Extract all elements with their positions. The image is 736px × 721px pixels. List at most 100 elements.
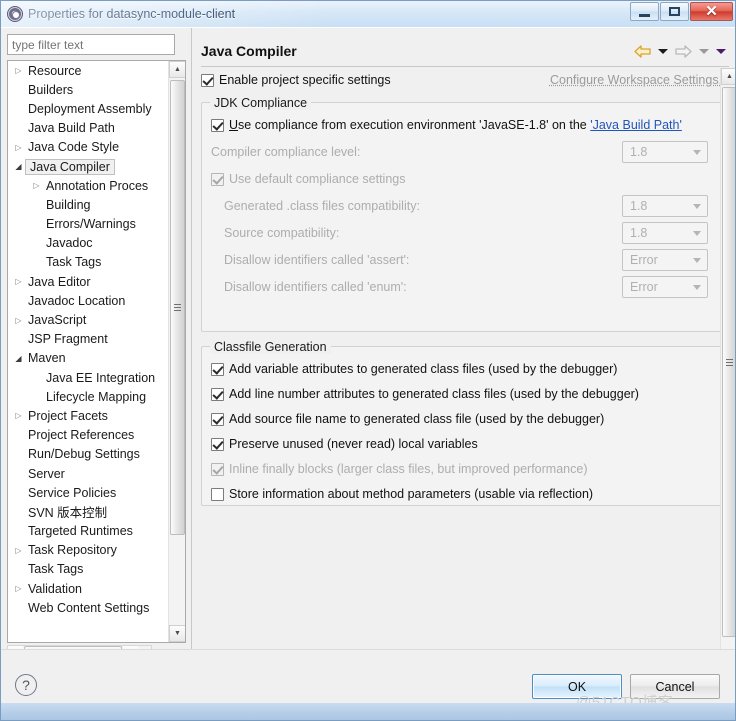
tree-item[interactable]: ▷ Task Repository: [8, 541, 170, 560]
minimize-button[interactable]: [630, 2, 659, 21]
tree-expand-collapsed-icon[interactable]: ▷: [12, 316, 25, 325]
tree-item[interactable]: Task Tags: [8, 560, 170, 579]
tree-expand-collapsed-icon[interactable]: ▷: [12, 411, 25, 420]
combo-value: 1.8: [630, 145, 648, 159]
tree-item[interactable]: Service Policies: [8, 483, 170, 502]
window-bottom-edge: [1, 703, 735, 720]
tree-expand-collapsed-icon[interactable]: ▷: [12, 143, 25, 152]
scroll-grip-icon: [726, 358, 733, 366]
page-scroll-up-button[interactable]: ▲: [721, 68, 735, 85]
tree-item[interactable]: Errors/Warnings: [8, 215, 170, 234]
java-build-path-link[interactable]: 'Java Build Path': [590, 118, 682, 132]
tree-item[interactable]: ▷ Annotation Proces: [8, 176, 170, 195]
tree-item[interactable]: Task Tags: [8, 253, 170, 272]
chevron-down-icon: [693, 149, 701, 155]
combo-value: 1.8: [630, 199, 648, 213]
tree-item[interactable]: Targeted Runtimes: [8, 522, 170, 541]
tree-item[interactable]: ▷ Java Editor: [8, 272, 170, 291]
tree-item[interactable]: Deployment Assembly: [8, 99, 170, 118]
tree-item[interactable]: Web Content Settings: [8, 598, 170, 617]
chevron-down-icon: [693, 230, 701, 236]
checkbox-icon: [211, 462, 224, 476]
tree-item[interactable]: JSP Fragment: [8, 330, 170, 349]
checkbox-icon[interactable]: [211, 487, 224, 501]
source-compatibility-row: Source compatibility: 1.8: [202, 221, 722, 245]
cancel-button[interactable]: Cancel: [630, 674, 720, 699]
tree-expand-collapsed-icon[interactable]: ▷: [12, 66, 25, 75]
tree-item-label: Javadoc Location: [28, 293, 126, 308]
checkbox-icon[interactable]: [201, 73, 214, 87]
tree-item[interactable]: ▷ Resource: [8, 61, 170, 80]
properties-dialog-window: Properties for datasync-module-client ✕ …: [0, 0, 736, 721]
title-bar: Properties for datasync-module-client ✕: [1, 1, 735, 27]
tree-item[interactable]: Java Build Path: [8, 119, 170, 138]
source-compatibility-combo[interactable]: 1.8: [622, 222, 708, 244]
maximize-button[interactable]: [660, 2, 689, 21]
tree-item[interactable]: ◢ Java Compiler: [8, 157, 170, 176]
tree-expand-collapsed-icon[interactable]: ▷: [30, 181, 43, 190]
view-menu-chevron-down-icon[interactable]: [716, 48, 726, 54]
compiler-compliance-level-combo[interactable]: 1.8: [622, 141, 708, 163]
tree-expand-expanded-icon[interactable]: ◢: [12, 162, 25, 171]
page-title: Java Compiler: [201, 43, 297, 59]
tree-vertical-scrollbar[interactable]: ▲ ▼: [168, 61, 185, 642]
tree-expand-collapsed-icon[interactable]: ▷: [12, 584, 25, 593]
properties-gear-icon: [7, 6, 23, 22]
tree-item[interactable]: Server: [8, 464, 170, 483]
tree-item[interactable]: ▷ Java Code Style: [8, 138, 170, 157]
tree-scroll-thumb[interactable]: [170, 80, 185, 535]
disallow-enum-combo[interactable]: Error: [622, 276, 708, 298]
tree-item-label: Task Tags: [28, 562, 84, 577]
tree-item-label: Building: [46, 197, 91, 212]
close-button[interactable]: ✕: [690, 2, 733, 21]
generated-class-compatibility-combo[interactable]: 1.8: [622, 195, 708, 217]
tree-item-label: Resource: [28, 63, 82, 78]
back-arrow-icon[interactable]: [634, 44, 651, 58]
page-scroll-thumb[interactable]: [722, 87, 735, 637]
combo-value: 1.8: [630, 226, 648, 240]
scroll-grip-icon: [174, 304, 181, 311]
tree-item[interactable]: ▷ Project Facets: [8, 406, 170, 425]
settings-navigation-panel: ▷ResourceBuildersDeployment AssemblyJava…: [7, 34, 186, 661]
dialog-footer: ? OK Cancel: [1, 649, 735, 703]
tree-item[interactable]: Lifecycle Mapping: [8, 387, 170, 406]
configure-workspace-settings-link[interactable]: Configure Workspace Settings...: [550, 73, 729, 87]
checkbox-icon[interactable]: [211, 437, 224, 451]
settings-tree[interactable]: ▷ Resource Builders Deployment Assembly Java…: [8, 61, 170, 626]
checkbox-icon[interactable]: [211, 387, 224, 401]
tree-item[interactable]: Run/Debug Settings: [8, 445, 170, 464]
ok-button[interactable]: OK: [532, 674, 622, 699]
tree-item[interactable]: ▷ Validation: [8, 579, 170, 598]
tree-item[interactable]: ◢ Maven: [8, 349, 170, 368]
tree-item-label: Annotation Proces: [46, 178, 149, 193]
tree-item[interactable]: Builders: [8, 80, 170, 99]
tree-item[interactable]: Javadoc Location: [8, 291, 170, 310]
tree-expand-expanded-icon[interactable]: ◢: [12, 354, 25, 363]
page-vertical-scrollbar[interactable]: ▲: [720, 68, 735, 672]
preference-page-header: Java Compiler: [192, 36, 735, 66]
tree-item-label: SVN 版本控制: [28, 506, 108, 521]
help-question-icon[interactable]: ?: [15, 674, 37, 696]
tree-item[interactable]: Building: [8, 195, 170, 214]
tree-item[interactable]: SVN 版本控制: [8, 502, 170, 521]
tree-scroll-down-button[interactable]: ▼: [169, 625, 185, 642]
tree-item[interactable]: ▷ JavaScript: [8, 310, 170, 329]
filter-input[interactable]: [7, 34, 175, 55]
use-execution-environment-row: Use compliance from execution environmen…: [202, 113, 722, 137]
tree-expand-collapsed-icon[interactable]: ▷: [12, 277, 25, 286]
checkbox-icon[interactable]: [211, 412, 224, 426]
tree-item[interactable]: Java EE Integration: [8, 368, 170, 387]
enable-project-specific-row: Enable project specific settings Configu…: [201, 70, 729, 90]
tree-item[interactable]: Project References: [8, 426, 170, 445]
disallow-assert-combo[interactable]: Error: [622, 249, 708, 271]
back-history-chevron-down-icon[interactable]: [658, 48, 668, 54]
enable-project-specific-checkbox[interactable]: Enable project specific settings: [201, 73, 391, 87]
tree-expand-collapsed-icon[interactable]: ▷: [12, 546, 25, 555]
disallow-assert-label: Disallow identifiers called 'assert':: [224, 253, 410, 267]
disallow-enum-row: Disallow identifiers called 'enum': Erro…: [202, 275, 722, 299]
tree-item[interactable]: Javadoc: [8, 234, 170, 253]
tree-scroll-up-button[interactable]: ▲: [169, 61, 185, 78]
tree-item-label: Deployment Assembly: [28, 101, 152, 116]
checkbox-icon[interactable]: [211, 362, 224, 376]
use-execution-environment-checkbox[interactable]: [211, 118, 224, 132]
